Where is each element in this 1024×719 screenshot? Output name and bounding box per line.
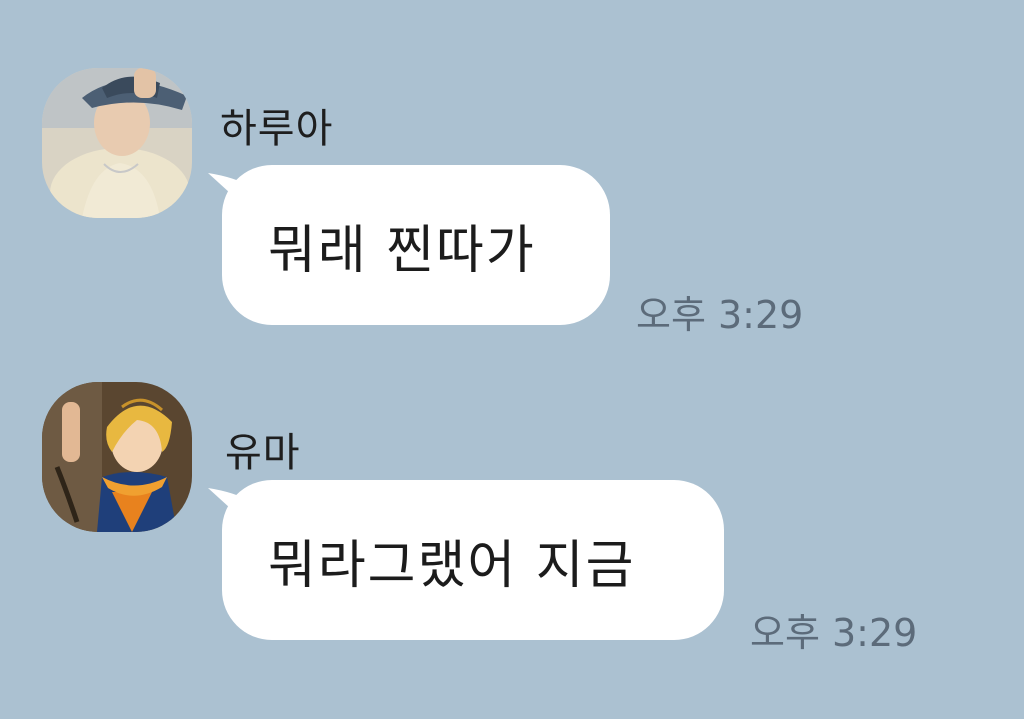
message-bubble[interactable]: 뭐라그랬어 지금 <box>208 480 724 640</box>
sender-avatar[interactable] <box>42 382 192 532</box>
sender-name: 하루아 <box>220 106 334 152</box>
person-photo-icon <box>42 68 192 218</box>
message-bubble[interactable]: 뭐래 찐따가 <box>208 165 610 325</box>
anime-character-icon <box>42 382 192 532</box>
message-timestamp: 오후 3:29 <box>750 611 918 655</box>
message-text: 뭐래 찐따가 <box>268 220 536 281</box>
bubble-tail-icon <box>208 488 252 528</box>
chat-thread: 하루아 뭐래 찐따가 오후 3:29 유마 뭐라그랬어 지금 오후 3:29 <box>0 0 1024 719</box>
bubble-tail-icon <box>208 173 252 213</box>
message-text: 뭐라그랬어 지금 <box>268 535 636 596</box>
sender-name: 유마 <box>225 430 301 476</box>
message-timestamp: 오후 3:29 <box>636 293 804 337</box>
sender-avatar[interactable] <box>42 68 192 218</box>
